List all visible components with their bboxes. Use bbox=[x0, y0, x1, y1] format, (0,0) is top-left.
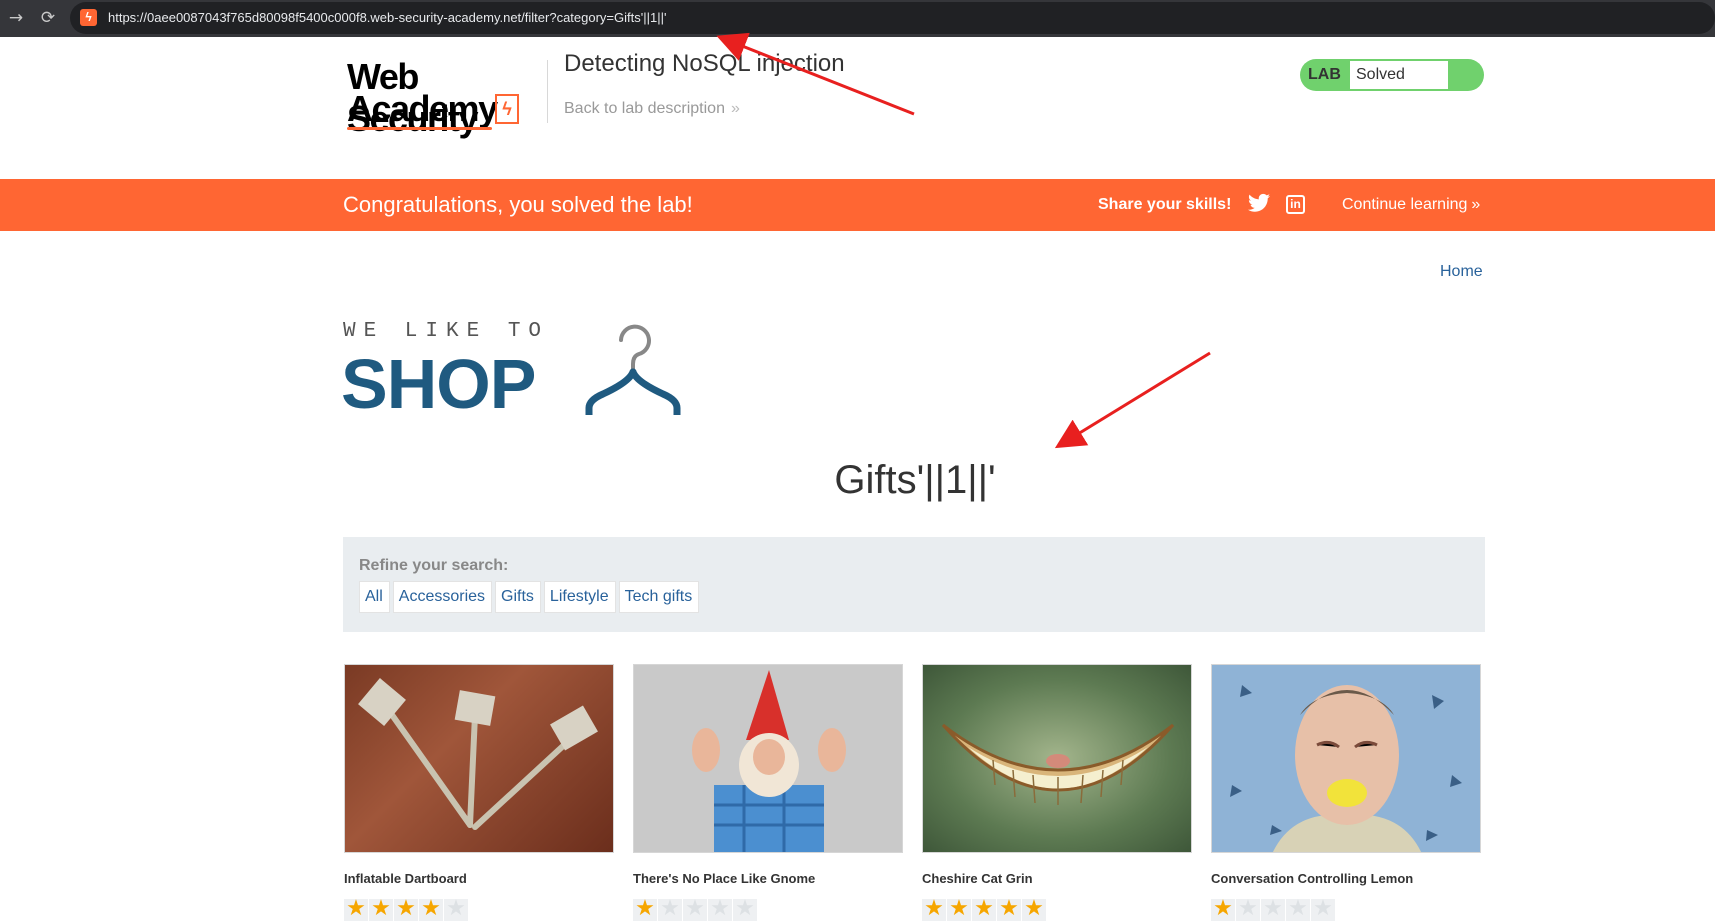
star-icon: ★ bbox=[708, 896, 732, 921]
shop-word: SHOP bbox=[341, 345, 536, 423]
solved-banner: Congratulations, you solved the lab! Sha… bbox=[0, 179, 1715, 231]
twitter-icon[interactable] bbox=[1248, 193, 1270, 215]
site-favicon-icon: ϟ bbox=[80, 9, 97, 26]
continue-learning-label: Continue learning bbox=[1342, 196, 1468, 213]
product-image[interactable] bbox=[344, 664, 614, 853]
url-text[interactable]: https://0aee0087043f765d80098f5400c000f8… bbox=[108, 10, 666, 25]
star-icon: ★ bbox=[683, 896, 707, 921]
product-rating: ★ ★ ★ ★ ★ bbox=[344, 896, 614, 921]
star-icon: ★ bbox=[1236, 896, 1260, 921]
filter-accessories[interactable]: Accessories bbox=[392, 581, 493, 613]
lab-status-widget: LAB Solved bbox=[1300, 59, 1484, 91]
star-icon: ★ bbox=[1311, 896, 1335, 921]
filter-all[interactable]: All bbox=[359, 581, 390, 613]
star-icon: ★ bbox=[444, 896, 468, 921]
product-image[interactable] bbox=[1211, 664, 1481, 853]
star-icon: ★ bbox=[972, 896, 996, 921]
product-card[interactable]: Cheshire Cat Grin ★ ★ ★ ★ ★ bbox=[922, 664, 1192, 921]
star-icon: ★ bbox=[1286, 896, 1310, 921]
annotation-arrow-title bbox=[1054, 351, 1211, 449]
lightning-icon: ϟ bbox=[495, 94, 519, 124]
star-icon: ★ bbox=[922, 896, 946, 921]
lab-title: Detecting NoSQL injection bbox=[564, 50, 845, 77]
refine-search-panel: Refine your search: All Accessories Gift… bbox=[343, 537, 1485, 632]
logo-underline bbox=[347, 127, 492, 130]
double-chevron-icon: » bbox=[730, 100, 740, 117]
product-rating: ★ ★ ★ ★ ★ bbox=[922, 896, 1192, 921]
category-filters: All Accessories Gifts Lifestyle Tech gif… bbox=[359, 581, 700, 613]
product-card[interactable]: Conversation Controlling Lemon ★ ★ ★ ★ ★ bbox=[1211, 664, 1481, 921]
shop-tagline: WE LIKE TO bbox=[343, 320, 550, 343]
star-icon: ★ bbox=[947, 896, 971, 921]
status-badge: Solved bbox=[1350, 61, 1448, 89]
filter-tech-gifts[interactable]: Tech gifts bbox=[618, 581, 700, 613]
home-link[interactable]: Home bbox=[1440, 263, 1483, 281]
address-bar[interactable]: ϟ https://0aee0087043f765d80098f5400c000… bbox=[70, 2, 1715, 34]
star-icon: ★ bbox=[369, 896, 393, 921]
share-skills-label: Share your skills! bbox=[1098, 196, 1232, 213]
product-name: Cheshire Cat Grin bbox=[922, 871, 1033, 886]
header-divider bbox=[547, 60, 548, 123]
star-icon: ★ bbox=[1022, 896, 1046, 921]
star-icon: ★ bbox=[733, 896, 757, 921]
star-icon: ★ bbox=[658, 896, 682, 921]
back-to-lab-description-link[interactable]: Back to lab description » bbox=[564, 100, 740, 118]
product-image[interactable] bbox=[922, 664, 1192, 853]
forward-icon[interactable]: → bbox=[4, 6, 28, 30]
filter-gifts[interactable]: Gifts bbox=[495, 581, 541, 613]
reload-icon[interactable]: ⟳ bbox=[36, 6, 60, 30]
congratulations-message: Congratulations, you solved the lab! bbox=[343, 192, 693, 217]
star-icon: ★ bbox=[1211, 896, 1235, 921]
browser-toolbar: → ⟳ ϟ https://0aee0087043f765d80098f5400… bbox=[0, 0, 1715, 37]
back-link-label: Back to lab description bbox=[564, 100, 725, 117]
refine-label: Refine your search: bbox=[359, 557, 509, 574]
hanger-icon bbox=[585, 324, 681, 415]
lab-label: LAB bbox=[1308, 66, 1341, 83]
product-card[interactable]: There's No Place Like Gnome ★ ★ ★ ★ ★ bbox=[633, 664, 903, 921]
continue-learning-link[interactable]: Continue learning» bbox=[1342, 196, 1480, 214]
product-card[interactable]: Inflatable Dartboard ★ ★ ★ ★ ★ bbox=[344, 664, 614, 921]
star-icon: ★ bbox=[633, 896, 657, 921]
product-image[interactable] bbox=[633, 664, 903, 853]
star-icon: ★ bbox=[344, 896, 368, 921]
category-title: Gifts'||1||' bbox=[834, 458, 996, 502]
product-name: There's No Place Like Gnome bbox=[633, 871, 816, 886]
filter-lifestyle[interactable]: Lifestyle bbox=[543, 581, 616, 613]
star-icon: ★ bbox=[997, 896, 1021, 921]
we-like-to-shop-logo: WE LIKE TO SHOP bbox=[341, 320, 693, 423]
star-icon: ★ bbox=[419, 896, 443, 921]
star-icon: ★ bbox=[1261, 896, 1285, 921]
star-icon: ★ bbox=[394, 896, 418, 921]
product-rating: ★ ★ ★ ★ ★ bbox=[1211, 896, 1481, 921]
logo-line2: Academy bbox=[347, 88, 498, 129]
product-name: Conversation Controlling Lemon bbox=[1211, 871, 1414, 886]
double-chevron-icon: » bbox=[1471, 196, 1481, 213]
status-text: Solved bbox=[1356, 66, 1405, 83]
product-rating: ★ ★ ★ ★ ★ bbox=[633, 896, 903, 921]
linkedin-icon[interactable]: in bbox=[1286, 195, 1305, 214]
web-security-academy-logo[interactable]: Web Security Academy ϟ bbox=[345, 52, 545, 139]
product-name: Inflatable Dartboard bbox=[344, 871, 467, 886]
